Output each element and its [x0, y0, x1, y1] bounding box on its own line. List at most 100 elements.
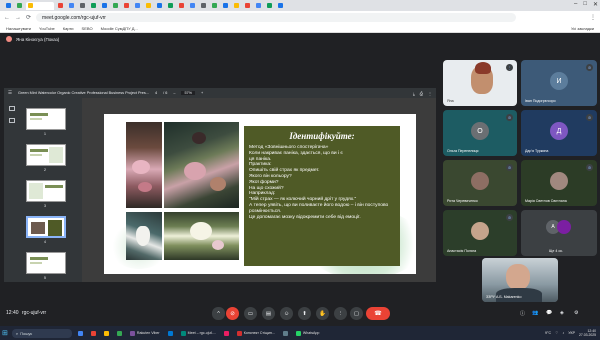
browser-tab[interactable] — [15, 2, 24, 10]
taskbar-app[interactable] — [281, 329, 290, 338]
all-bookmarks[interactable]: Усі закладки — [571, 26, 594, 31]
taskbar-app[interactable] — [102, 329, 111, 338]
bookmark-item[interactable]: YouTube — [39, 26, 55, 31]
page-thumbnail-selected[interactable] — [26, 216, 66, 238]
people-icon[interactable]: 👥 — [532, 310, 538, 316]
back-icon[interactable]: ← — [4, 15, 10, 21]
chat-icon[interactable]: 💬 — [546, 310, 552, 316]
menu-icon[interactable]: ☰ — [8, 90, 12, 96]
profile-icon[interactable]: ⋮ — [590, 14, 596, 21]
taskbar-app[interactable]: Rakuten Viber — [128, 329, 162, 338]
browser-tab[interactable] — [166, 2, 175, 10]
reload-icon[interactable]: ⟳ — [26, 14, 31, 21]
browser-tab[interactable] — [243, 2, 252, 10]
outline-icon[interactable] — [9, 118, 15, 123]
page-thumbnail[interactable] — [26, 144, 66, 166]
raise-hand-icon[interactable]: ✋ — [316, 307, 329, 320]
info-icon[interactable]: ⓘ — [520, 310, 525, 317]
download-icon[interactable]: ⤓ — [413, 91, 415, 96]
browser-tab[interactable] — [26, 1, 54, 10]
leave-call-button[interactable]: ☎ — [366, 307, 390, 320]
participant-tile[interactable]: Марія Светлов Свєтлана ⊘ — [521, 160, 597, 206]
page-thumbnail[interactable] — [26, 252, 66, 274]
captions-icon[interactable]: ▤ — [262, 307, 275, 320]
taskbar-app[interactable] — [166, 329, 175, 338]
tab-favicon-icon — [58, 3, 63, 8]
taskbar-app[interactable] — [222, 329, 231, 338]
zoom-out-icon[interactable]: – — [173, 91, 175, 95]
presenter-label: Яна Кіноєгуа (Показ) — [16, 36, 60, 42]
activities-icon[interactable]: ◈ — [560, 310, 564, 316]
more-options-icon[interactable]: ⋮ — [334, 307, 347, 320]
participant-tile[interactable]: Рита Черевиченко ⊘ — [443, 160, 517, 206]
participant-tile[interactable]: Анастасія Поляга ⊘ — [443, 210, 517, 256]
mic-off-icon[interactable]: ⊘ — [226, 307, 239, 320]
browser-tab[interactable] — [122, 2, 131, 10]
page-current[interactable]: 4 — [155, 91, 157, 95]
thumbnails-icon[interactable] — [9, 106, 15, 111]
zoom-in-icon[interactable]: + — [201, 91, 203, 95]
maximize-icon[interactable]: □ — [583, 1, 587, 8]
page-thumbnail[interactable] — [26, 180, 66, 202]
print-icon[interactable]: ⎙ — [420, 91, 423, 96]
tab-favicon-icon — [69, 3, 74, 8]
browser-tab[interactable] — [78, 2, 87, 10]
browser-tab[interactable] — [265, 2, 274, 10]
taskbar-app[interactable] — [76, 329, 85, 338]
browser-tab[interactable] — [221, 2, 230, 10]
browser-tab[interactable] — [144, 2, 153, 10]
emoji-icon[interactable]: ☺ — [280, 307, 293, 320]
browser-tab[interactable] — [232, 2, 241, 10]
bookmark-item[interactable]: SEBO — [82, 26, 93, 31]
browser-tab[interactable] — [67, 2, 76, 10]
taskbar-app[interactable] — [89, 329, 98, 338]
browser-tab[interactable] — [188, 2, 197, 10]
taskbar-app[interactable]: Meet – rgc-ujuf-... — [179, 329, 218, 338]
browser-tab[interactable] — [210, 2, 219, 10]
audio-options-icon[interactable]: ^ — [212, 307, 225, 320]
close-icon[interactable]: ✕ — [593, 1, 598, 8]
url-field[interactable]: meet.google.com/rgc-ujuf-vrr — [36, 13, 517, 22]
taskbar-app[interactable] — [115, 329, 124, 338]
browser-tab[interactable] — [56, 2, 65, 10]
participant-tile[interactable]: Яна ⋮ — [443, 60, 517, 106]
bookmark-item[interactable]: Карти — [63, 26, 74, 31]
app-icon — [77, 330, 83, 336]
participant-tile[interactable]: О Ольга Перепелиця ⊘ — [443, 110, 517, 156]
participant-tile[interactable]: Д Дар'я Туркина ⊘ — [521, 110, 597, 156]
wifi-icon[interactable]: ⌔ — [555, 331, 558, 336]
more-icon[interactable]: ⋮ — [428, 91, 432, 96]
taskbar-clock[interactable]: 12:40 27.03.2025 — [579, 329, 596, 337]
browser-tab[interactable] — [4, 2, 13, 10]
browser-tab[interactable] — [177, 2, 186, 10]
page-thumbnail[interactable] — [26, 108, 66, 130]
more-icon[interactable]: ▢ — [350, 307, 363, 320]
browser-tab[interactable] — [100, 2, 109, 10]
volume-icon[interactable]: ♪ — [562, 331, 564, 335]
bookmark-item[interactable]: Moodle СумДПУ Д... — [101, 26, 138, 31]
participant-tile[interactable]: ЗЗРУ А.Б. Makarenko — [482, 258, 558, 302]
weather-temp[interactable]: 9°C — [545, 331, 551, 335]
taskbar-app[interactable]: Конспект Стіщин... — [235, 329, 277, 338]
zoom-level[interactable]: 57% — [181, 91, 196, 95]
browser-tab[interactable] — [133, 2, 142, 10]
browser-tab[interactable] — [155, 2, 164, 10]
forward-icon[interactable]: → — [15, 15, 21, 21]
taskbar-search[interactable]: ⌕ Пошук — [11, 328, 72, 338]
camera-icon[interactable]: ▭ — [244, 307, 257, 320]
app-icon — [90, 330, 96, 336]
browser-tab[interactable] — [199, 2, 208, 10]
bookmark-item[interactable]: Налаштувати — [6, 26, 31, 31]
taskbar-app[interactable]: WhatsApp — [294, 329, 322, 338]
language-indicator[interactable]: УКР — [568, 331, 575, 335]
browser-tab[interactable] — [254, 2, 263, 10]
browser-tab[interactable] — [111, 2, 120, 10]
start-icon[interactable]: ⊞ — [2, 329, 8, 337]
browser-tab[interactable] — [276, 2, 285, 10]
host-controls-icon[interactable]: ⚙ — [574, 310, 578, 316]
more-participants-tile[interactable]: А Ще 4 ос. — [521, 210, 597, 256]
participant-tile[interactable]: И Іван Подогрєгсоро ⊘ — [521, 60, 597, 106]
present-icon[interactable]: ⬆ — [298, 307, 311, 320]
browser-tab[interactable] — [89, 2, 98, 10]
minimize-icon[interactable]: – — [574, 1, 577, 8]
